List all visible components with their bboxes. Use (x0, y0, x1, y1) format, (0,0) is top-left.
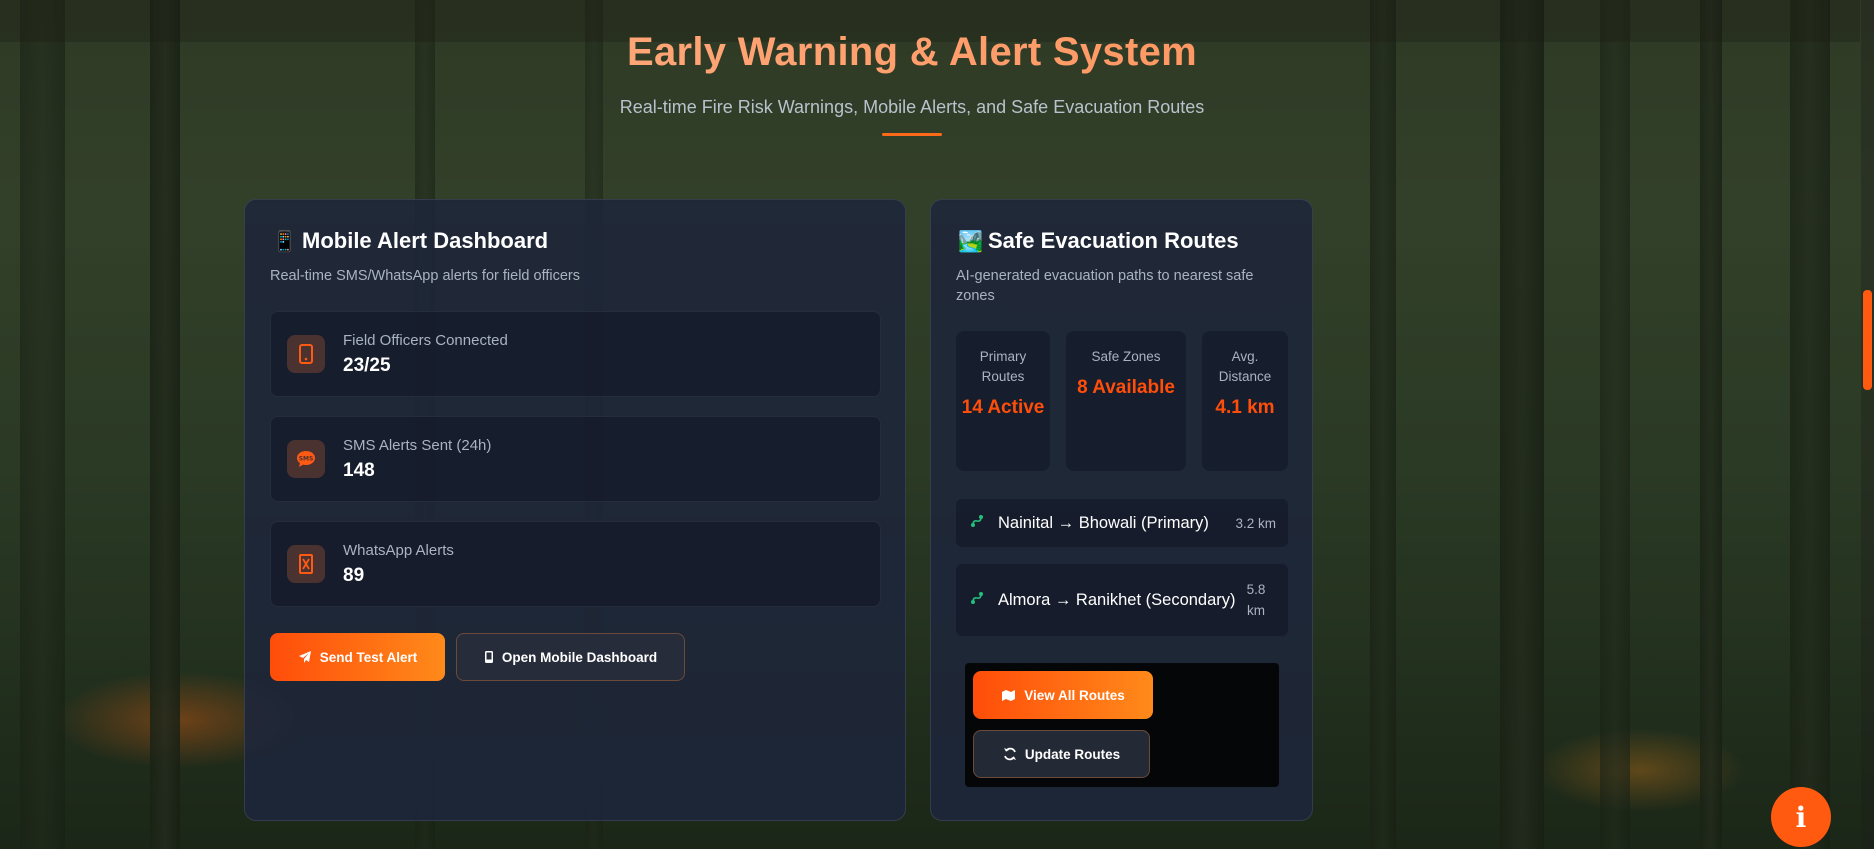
mobile-phone-icon (287, 335, 325, 373)
stat-value: 89 (343, 564, 365, 586)
mini-stat-label: Safe Zones (1091, 349, 1161, 364)
mini-stat-value: 8 Available (1077, 377, 1175, 398)
stat-sms-alerts: SMS SMS Alerts Sent (24h) 148 (270, 416, 881, 502)
view-all-routes-button[interactable]: View All Routes (973, 671, 1153, 719)
route-distance: 5.8 km (1246, 582, 1266, 618)
send-test-alert-button[interactable]: Send Test Alert (270, 633, 445, 681)
evac-card-title-text: Safe Evacuation Routes (988, 228, 1239, 253)
paper-plane-icon (298, 651, 311, 663)
mini-stat-value: 4.1 km (1215, 397, 1275, 418)
stat-label: SMS Alerts Sent (24h) (343, 436, 492, 454)
info-icon: i (1795, 800, 1807, 834)
stat-safe-zones: Safe Zones 8 Available (1066, 331, 1186, 471)
page-header: Early Warning & Alert System Real-time F… (0, 30, 1824, 136)
stat-field-officers: Field Officers Connected 23/25 (270, 311, 881, 397)
safe-evacuation-routes-card: 🏞️ Safe Evacuation Routes AI-generated e… (930, 199, 1313, 821)
svg-text:SMS: SMS (299, 456, 314, 463)
title-divider (882, 133, 942, 136)
stat-avg-distance: Avg. Distance 4.1 km (1202, 331, 1288, 471)
stat-value: 148 (343, 459, 375, 481)
view-all-routes-label: View All Routes (1024, 687, 1125, 703)
stat-primary-routes: Primary Routes 14 Active (956, 331, 1050, 471)
refresh-icon (1003, 747, 1016, 761)
stat-label: Field Officers Connected (343, 331, 508, 349)
mini-stat-label: Primary Routes (979, 349, 1027, 384)
route-item[interactable]: Nainital → Bhowali (Primary) 3.2 km (956, 499, 1288, 547)
stat-value: 23/25 (343, 354, 391, 376)
mobile-phone-icon (484, 651, 493, 663)
open-mobile-dashboard-label: Open Mobile Dashboard (501, 649, 658, 665)
evac-card-title: 🏞️ Safe Evacuation Routes (958, 228, 1239, 254)
info-button[interactable]: i (1771, 787, 1831, 847)
page-subtitle: Real-time Fire Risk Warnings, Mobile Ale… (619, 97, 1205, 117)
route-icon (970, 591, 988, 609)
route-icon (970, 514, 988, 532)
update-routes-button[interactable]: Update Routes (973, 730, 1150, 778)
mini-stat-value: 14 Active (961, 397, 1045, 418)
mobile-card-title-text: Mobile Alert Dashboard (302, 228, 549, 253)
open-mobile-dashboard-button[interactable]: Open Mobile Dashboard (456, 633, 685, 681)
mobile-phone-icon: 📱 (272, 230, 297, 253)
route-item[interactable]: Almora → Ranikhet (Secondary) 5.8 km (956, 564, 1288, 636)
mobile-alert-dashboard-card: 📱 Mobile Alert Dashboard Real-time SMS/W… (244, 199, 906, 821)
mobile-card-description: Real-time SMS/WhatsApp alerts for field … (270, 268, 580, 284)
mini-stat-label: Avg. Distance (1218, 349, 1272, 384)
route-actions: View All Routes Update Routes (965, 663, 1279, 787)
route-name: Almora → Ranikhet (Secondary) (998, 591, 1236, 609)
stat-whatsapp-alerts: WhatsApp Alerts 89 (270, 521, 881, 607)
stat-label: WhatsApp Alerts (343, 541, 454, 559)
page-title: Early Warning & Alert System (0, 30, 1824, 75)
update-routes-label: Update Routes (1024, 746, 1121, 762)
landscape-icon: 🏞️ (958, 230, 983, 253)
scrollbar-thumb[interactable] (1863, 290, 1872, 390)
sms-icon: SMS (287, 440, 325, 478)
route-distance: 3.2 km (1235, 515, 1276, 531)
scrollbar-track[interactable] (1861, 0, 1874, 849)
map-icon (1002, 690, 1016, 701)
route-name: Nainital → Bhowali (Primary) (998, 514, 1209, 532)
whatsapp-icon (287, 545, 325, 583)
evac-card-description: AI-generated evacuation paths to nearest… (956, 268, 1254, 304)
send-test-alert-label: Send Test Alert (319, 649, 418, 665)
mobile-card-title: 📱 Mobile Alert Dashboard (272, 228, 548, 254)
